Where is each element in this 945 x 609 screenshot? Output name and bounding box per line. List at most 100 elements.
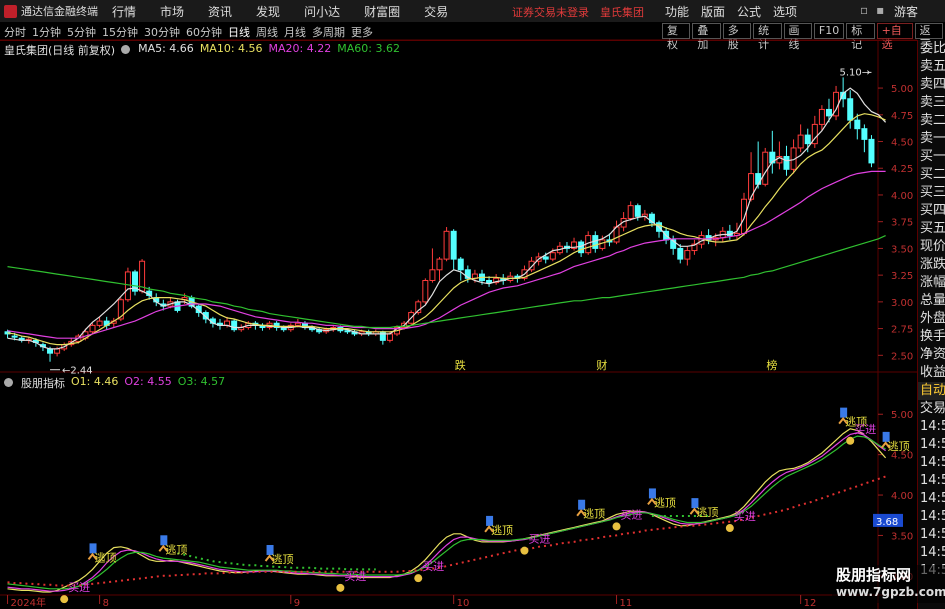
side-panel-item-20[interactable]: 交易 (918, 400, 945, 418)
side-panel-item-2[interactable]: 卖四 (918, 76, 945, 94)
candle-body-77 (549, 252, 556, 260)
ind-ytick-label-0: 5.00 (891, 410, 913, 421)
event-label-2: 榜 (766, 358, 777, 372)
main-ytick-label-4: 4.00 (891, 191, 913, 202)
side-panel-item-11[interactable]: 现价 (918, 238, 945, 256)
candle-body-76 (542, 256, 549, 260)
side-panel-item-9[interactable]: 买四 (918, 202, 945, 220)
candle-body-13 (96, 320, 103, 326)
candle-body-122 (868, 138, 875, 164)
annotation-1: ←2.44 (62, 366, 93, 377)
candle-body-48 (344, 330, 351, 333)
side-panel-item-4[interactable]: 卖二 (918, 112, 945, 130)
main-ytick-label-0: 5.00 (891, 84, 913, 95)
candle-body-1 (11, 335, 18, 338)
candle-body-95 (677, 247, 684, 260)
candle-body-89 (634, 205, 641, 217)
main-ytick-label-3: 4.25 (891, 164, 913, 175)
x-tick-label-5: 12 (804, 598, 817, 609)
main-ytick-label-9: 2.75 (891, 325, 913, 336)
signal-label-15: 逃顶 (95, 551, 117, 564)
candle-body-104 (740, 198, 747, 234)
side-panel-item-24[interactable]: 14:56 (918, 472, 945, 490)
candle-body-105 (748, 173, 755, 200)
candle-body-113 (804, 134, 811, 145)
candle-body-96 (684, 250, 691, 260)
signal-label-2: 逃顶 (491, 524, 513, 537)
signal-label-11: 买进 (528, 533, 550, 546)
signal-coin-8 (60, 595, 69, 604)
ind-series-3-0 (7, 475, 886, 587)
side-panel-item-15[interactable]: 外盘 (918, 310, 945, 328)
side-panel-item-21[interactable]: 14:56 (918, 418, 945, 436)
candle-body-61 (436, 258, 443, 271)
side-panel-item-3[interactable]: 卖三 (918, 94, 945, 112)
candle-body-116 (825, 108, 832, 117)
x-tick-label-3: 10 (457, 598, 470, 609)
side-panel-item-5[interactable]: 卖一 (918, 130, 945, 148)
signal-label-4: 逃顶 (654, 496, 676, 509)
event-label-0: 跌 (455, 358, 466, 372)
x-tick-label-4: 11 (620, 598, 633, 609)
candle-body-12 (89, 324, 96, 333)
ind-current-value-label: 3.68 (876, 517, 898, 528)
signal-label-3: 逃顶 (583, 508, 605, 521)
candle-body-31 (224, 320, 231, 326)
candle-body-121 (861, 128, 868, 140)
side-panel-item-8[interactable]: 买三 (918, 184, 945, 202)
side-panel-item-12[interactable]: 涨跌 (918, 256, 945, 274)
side-panel-item-28[interactable]: 14:56 (918, 544, 945, 562)
candle-body-112 (797, 134, 804, 149)
candle-body-68 (486, 279, 493, 284)
ind-ytick-label-2: 4.00 (891, 491, 913, 502)
signal-label-10: 买进 (422, 560, 444, 573)
candle-body-81 (578, 241, 585, 254)
side-panel-item-6[interactable]: 买一 (918, 148, 945, 166)
chart-canvas[interactable]: 5.00 4.75 4.50 4.25 4.00 3.75 3.50 3.25 3.00 2.75… (0, 0, 917, 609)
side-panel-item-27[interactable]: 14:56 (918, 526, 945, 544)
side-panel-item-25[interactable]: 14:56 (918, 490, 945, 508)
main-ytick-label-5: 3.75 (891, 218, 913, 229)
candle-body-110 (783, 155, 790, 170)
side-panel-item-1[interactable]: 卖五 (918, 58, 945, 76)
main-ytick-label-10: 2.50 (891, 351, 913, 362)
side-panel-item-0[interactable]: 委比 (918, 40, 945, 58)
signal-coin-10 (414, 574, 423, 583)
ind-ytick-label-3: 3.50 (891, 531, 913, 542)
candle-body-7 (54, 348, 61, 354)
candle-body-119 (847, 98, 854, 121)
tool-button-8[interactable]: 返回 (914, 23, 944, 51)
signal-label-0: 逃顶 (165, 543, 187, 556)
side-panel-item-17[interactable]: 净资 (918, 346, 945, 364)
main-series-0-0 (7, 87, 887, 350)
side-panel-item-23[interactable]: 14:56 (918, 454, 945, 472)
side-panel-item-7[interactable]: 买二 (918, 166, 945, 184)
side-panel-item-19[interactable]: 自动 (918, 382, 945, 400)
main-ytick-label-2: 4.50 (891, 138, 913, 149)
signal-coin-11 (520, 546, 529, 555)
candle-body-115 (818, 108, 825, 125)
candle-body-63 (450, 230, 457, 260)
side-panel-item-16[interactable]: 换手 (918, 328, 945, 346)
candle-body-62 (443, 230, 450, 260)
candle-body-41 (294, 322, 301, 326)
side-panel-item-26[interactable]: 14:56 (918, 508, 945, 526)
candle-body-17 (124, 271, 131, 301)
candle-body-107 (762, 151, 769, 185)
watermark-url: www.7gpzb.com (836, 585, 945, 599)
x-tick-label-1: 8 (103, 598, 109, 609)
candle-body-54 (386, 333, 393, 341)
side-panel-item-13[interactable]: 涨幅 (918, 274, 945, 292)
side-panel-item-18[interactable]: 收益 (918, 364, 945, 382)
main-ytick-label-7: 3.25 (891, 271, 913, 282)
side-panel-item-10[interactable]: 买五 (918, 220, 945, 238)
quote-side-panel: 委比 卖五 卖四 卖三 卖二 卖一 买一 买二 买三 买四 买五 现价 涨跌 涨幅 总量 外盘 换手 净资 收益 自动… (917, 40, 945, 609)
event-label-1: 财 (596, 358, 607, 372)
candle-body-88 (627, 205, 634, 219)
side-panel-item-14[interactable]: 总量 (918, 292, 945, 310)
watermark-title: 股朋指标网 (836, 566, 912, 584)
candle-body-64 (457, 258, 464, 271)
side-panel-item-22[interactable]: 14:56 (918, 436, 945, 454)
signal-label-8: 买进 (68, 581, 90, 594)
x-tick-label-0: 2024年 (11, 596, 46, 609)
